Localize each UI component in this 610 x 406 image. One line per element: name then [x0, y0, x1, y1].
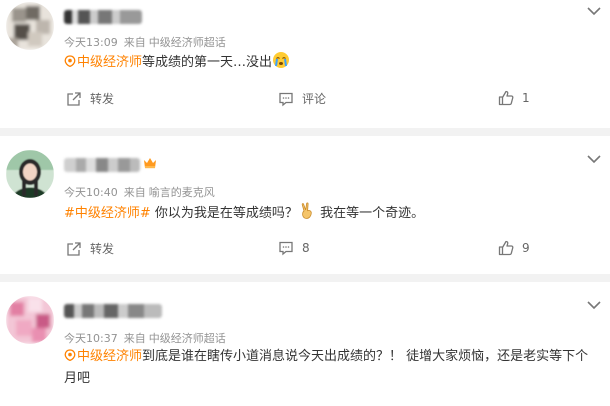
source-prefix: 来自	[123, 36, 146, 49]
topic-text: 中级经济师	[77, 349, 143, 364]
comment-button[interactable]: 8	[278, 240, 310, 256]
post-meta: 今天10:40 来自 喻言的麦克风	[64, 184, 215, 200]
repost-button[interactable]: 转发	[66, 240, 114, 257]
topic-link[interactable]: 中级经济师	[64, 55, 142, 70]
topic-icon	[64, 349, 76, 361]
repost-icon	[67, 91, 81, 106]
post-source[interactable]: 中级经济师超话	[149, 332, 226, 345]
topic-text: 中级经济师	[77, 55, 143, 70]
blurred-username[interactable]	[64, 158, 140, 172]
source-prefix: 来自	[123, 332, 146, 345]
post-content: 中级经济师到底是谁在瞎传小道消息说今天出成绩的？！ 徒增大家烦恼，还是老实等下个…	[64, 346, 600, 390]
chevron-down-icon[interactable]	[586, 6, 602, 16]
post-text: 等成绩的第一天…没出	[142, 55, 273, 70]
post-time: 今天10:37	[64, 332, 118, 345]
comment-icon	[279, 241, 293, 256]
comment-label: 评论	[302, 92, 327, 106]
repost-button[interactable]: 转发	[66, 90, 114, 107]
like-button[interactable]: 9	[498, 240, 530, 256]
chevron-down-icon[interactable]	[586, 154, 602, 164]
post-actions: 转发 8 9	[0, 240, 610, 264]
post-meta: 今天10:37 来自 中级经济师超话	[64, 330, 226, 346]
blurred-username[interactable]	[64, 10, 142, 24]
post-text: 你以为我是在等成绩吗？	[150, 206, 298, 221]
repost-label: 转发	[90, 242, 115, 256]
blurred-username[interactable]	[64, 304, 162, 318]
post-text-continued: 我在等一个奇迹。	[315, 206, 425, 221]
like-count: 1	[522, 91, 530, 105]
feed-post: 今天10:37 来自 中级经济师超话 中级经济师到底是谁在瞎传小道消息说今天出成绩的…	[0, 274, 610, 406]
avatar[interactable]	[6, 150, 54, 198]
post-text: 到底是谁在瞎传小道消息说今天出成绩的？！ 徒增大家烦恼，还是老实等下个月吧	[64, 349, 589, 386]
topic-icon	[64, 55, 76, 67]
victory-hand-emoji-icon	[301, 202, 312, 219]
post-content: #中级经济师# 你以为我是在等成绩吗？ 我在等一个奇迹。	[64, 202, 600, 225]
feed-post: 今天10:40 来自 喻言的麦克风 #中级经济师# 你以为我是在等成绩吗？ 我在等一…	[0, 128, 610, 274]
post-time: 今天13:09	[64, 36, 118, 49]
avatar[interactable]	[6, 296, 54, 344]
topic-link[interactable]: 中级经济师	[64, 349, 142, 364]
post-source[interactable]: 喻言的麦克风	[149, 186, 215, 199]
post-source[interactable]: 中级经济师超话	[149, 36, 226, 49]
chevron-down-icon[interactable]	[586, 300, 602, 310]
post-content: 中级经济师等成绩的第一天…没出	[64, 51, 600, 74]
comment-button[interactable]: 评论	[278, 90, 326, 107]
weibo-comment-feed: 今天13:09 来自 中级经济师超话 中级经济师等成绩的第一天…没出 转发 评论 1	[0, 0, 610, 406]
post-meta: 今天13:09 来自 中级经济师超话	[64, 34, 226, 50]
like-button[interactable]: 1	[498, 90, 530, 106]
vip-crown-icon	[144, 158, 156, 169]
post-time: 今天10:40	[64, 186, 118, 199]
topic-link[interactable]: #中级经济师#	[64, 206, 151, 221]
like-count: 9	[522, 241, 530, 255]
comment-count: 8	[302, 241, 310, 255]
feed-post: 今天13:09 来自 中级经济师超话 中级经济师等成绩的第一天…没出 转发 评论 1	[0, 0, 610, 128]
repost-label: 转发	[90, 92, 115, 106]
repost-icon	[67, 241, 81, 256]
crying-emoji-icon	[273, 52, 290, 68]
comment-icon	[279, 92, 293, 106]
avatar[interactable]	[6, 2, 54, 50]
source-prefix: 来自	[123, 186, 146, 199]
post-actions: 转发 评论 1	[0, 90, 610, 114]
like-icon	[498, 90, 514, 106]
like-icon	[498, 240, 514, 256]
